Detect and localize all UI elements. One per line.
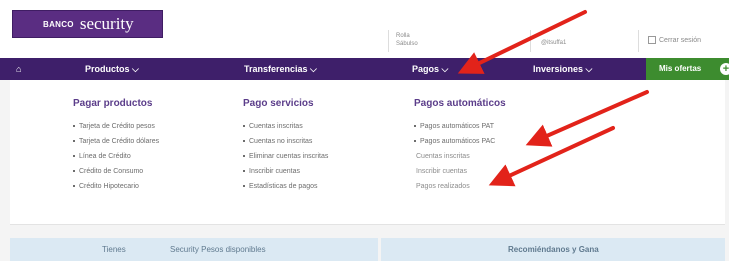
strip-recomiendanos[interactable]: Recomiéndanos y Gana: [508, 238, 599, 261]
main-nav: ⌂ Productos ⌵ Transferencias ⌵ Pagos ⌵ I…: [0, 58, 729, 80]
menu-item-pat[interactable]: Pagos automáticos PAT: [414, 119, 506, 134]
menu-item[interactable]: Inscribir cuentas: [243, 164, 328, 179]
bullet-icon: [73, 185, 75, 188]
menu-column-title: Pagar productos: [73, 98, 153, 109]
bullet-icon: [73, 125, 75, 128]
menu-column-title: Pagos automáticos: [414, 98, 506, 109]
menu-item[interactable]: Cuentas inscritas: [243, 119, 328, 134]
header-divider: [638, 30, 639, 52]
menu-column-pago-servicios: Pago servicios Cuentas inscritas Cuentas…: [243, 98, 328, 194]
menu-item[interactable]: Crédito Hipotecario: [73, 179, 159, 194]
nav-productos[interactable]: Productos ⌵: [85, 58, 139, 80]
header-divider: [530, 30, 531, 52]
submenu-item-inscribir-cuentas[interactable]: Inscribir cuentas: [414, 164, 506, 179]
top-header: BANCO security Rolla Sábulso @itsuffa1 C…: [0, 0, 729, 58]
offers-button[interactable]: Mis ofertas: [646, 58, 729, 80]
bullet-icon: [73, 140, 75, 143]
user-lastname: Sábulso: [396, 41, 418, 47]
pagos-dropdown-menu: Pagar productos Tarjeta de Crédito pesos…: [10, 80, 725, 225]
submenu-item-cuentas-inscritas[interactable]: Cuentas inscritas: [414, 149, 506, 164]
menu-column-pagos-automaticos: Pagos automáticos Pagos automáticos PAT …: [414, 98, 506, 194]
bullet-icon: [243, 125, 245, 128]
bullet-icon: [243, 140, 245, 143]
bullet-icon: [73, 155, 75, 158]
logo-big-text: security: [79, 14, 134, 33]
home-icon[interactable]: ⌂: [16, 64, 26, 74]
menu-item[interactable]: Eliminar cuentas inscritas: [243, 149, 328, 164]
bullet-icon: [73, 170, 75, 173]
bullet-icon: [243, 155, 245, 158]
offers-label: Mis ofertas: [659, 64, 702, 73]
logo-small-text: BANCO: [43, 19, 74, 29]
strip-separator: [378, 238, 381, 261]
strip-tienes: Tienes: [102, 245, 126, 254]
menu-column-title: Pago servicios: [243, 98, 314, 109]
bullet-icon: [243, 170, 245, 173]
bullet-icon: [414, 140, 416, 143]
info-strip: Tienes Security Pesos disponibles Recomi…: [10, 238, 725, 261]
menu-item-pac[interactable]: Pagos automáticos PAC: [414, 134, 506, 149]
nav-pagos[interactable]: Pagos ⌵: [412, 58, 448, 80]
logout-label: Cerrar sesión: [659, 36, 702, 44]
strip-security-pesos: Security Pesos disponibles: [170, 245, 266, 254]
user-name: Rolla: [396, 33, 410, 39]
menu-item[interactable]: Tarjeta de Crédito dólares: [73, 134, 159, 149]
user-info: Rolla Sábulso: [396, 32, 418, 48]
plus-icon[interactable]: +: [720, 63, 729, 75]
header-divider: [388, 30, 389, 52]
nav-transferencias[interactable]: Transferencias ⌵: [244, 58, 317, 80]
submenu-item-pagos-realizados[interactable]: Pagos realizados: [414, 179, 506, 194]
logout-icon: [648, 36, 656, 44]
menu-column-pagar-productos: Pagar productos Tarjeta de Crédito pesos…: [73, 98, 159, 194]
user-id: @itsuffa1: [541, 40, 567, 46]
menu-item[interactable]: Línea de Crédito: [73, 149, 159, 164]
bank-logo[interactable]: BANCO security: [12, 10, 163, 38]
menu-item[interactable]: Tarjeta de Crédito pesos: [73, 119, 159, 134]
logout-button[interactable]: Cerrar sesión: [648, 36, 701, 44]
bullet-icon: [243, 185, 245, 188]
bullet-icon: [414, 125, 416, 128]
menu-item[interactable]: Crédito de Consumo: [73, 164, 159, 179]
menu-item[interactable]: Cuentas no inscritas: [243, 134, 328, 149]
menu-item[interactable]: Estadísticas de pagos: [243, 179, 328, 194]
nav-inversiones[interactable]: Inversiones ⌵: [533, 58, 592, 80]
